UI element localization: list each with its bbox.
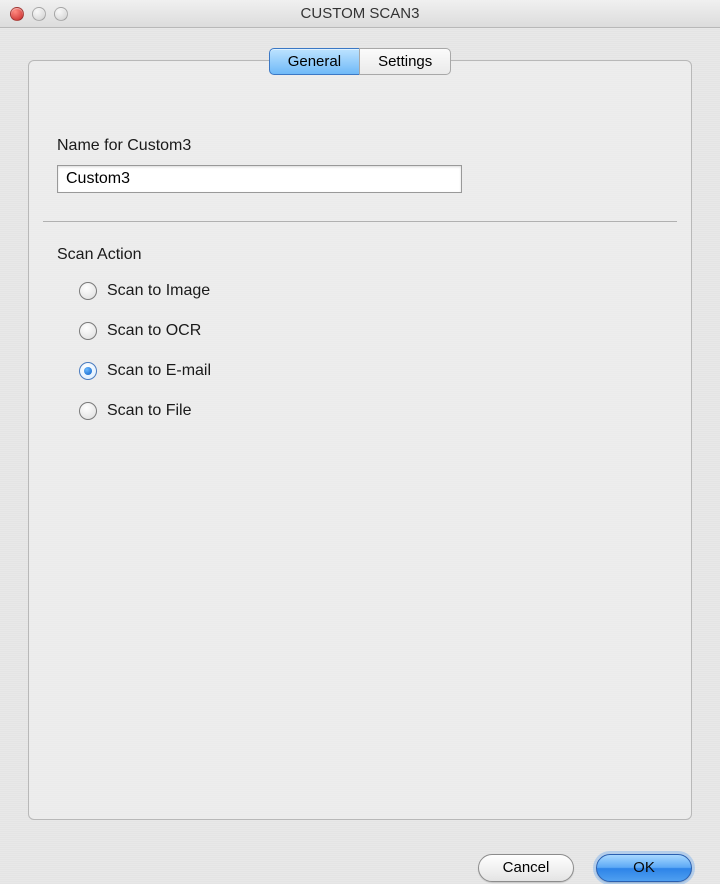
tab-settings[interactable]: Settings [359,48,451,75]
cancel-button-label: Cancel [503,859,550,876]
ok-button-label: OK [633,859,655,876]
radio-button-icon [79,402,97,420]
radio-scan-to-file[interactable]: Scan to File [79,402,663,420]
divider [43,221,677,222]
radio-scan-to-email[interactable]: Scan to E-mail [79,362,663,380]
scan-action-label: Scan Action [57,246,663,264]
window-title: CUSTOM SCAN3 [0,5,720,22]
radio-scan-to-ocr[interactable]: Scan to OCR [79,322,663,340]
dialog-button-row: Cancel OK [0,840,720,882]
titlebar: CUSTOM SCAN3 [0,0,720,28]
radio-label: Scan to Image [107,282,210,300]
radio-button-icon [79,282,97,300]
tab-general[interactable]: General [269,48,359,75]
scan-action-radio-group: Scan to Image Scan to OCR Scan to E-mail… [57,282,663,420]
tab-settings-label: Settings [378,53,432,70]
radio-button-icon [79,362,97,380]
radio-label: Scan to E-mail [107,362,211,380]
name-field-label: Name for Custom3 [57,137,663,155]
radio-label: Scan to File [107,402,191,420]
radio-scan-to-image[interactable]: Scan to Image [79,282,663,300]
radio-label: Scan to OCR [107,322,201,340]
radio-button-icon [79,322,97,340]
ok-button[interactable]: OK [596,854,692,882]
tab-general-label: General [288,53,341,70]
tab-bar: General Settings [0,48,720,75]
content-panel: Name for Custom3 Scan Action Scan to Ima… [28,60,692,820]
cancel-button[interactable]: Cancel [478,854,574,882]
radio-selected-dot-icon [84,367,92,375]
name-input[interactable] [57,165,462,193]
